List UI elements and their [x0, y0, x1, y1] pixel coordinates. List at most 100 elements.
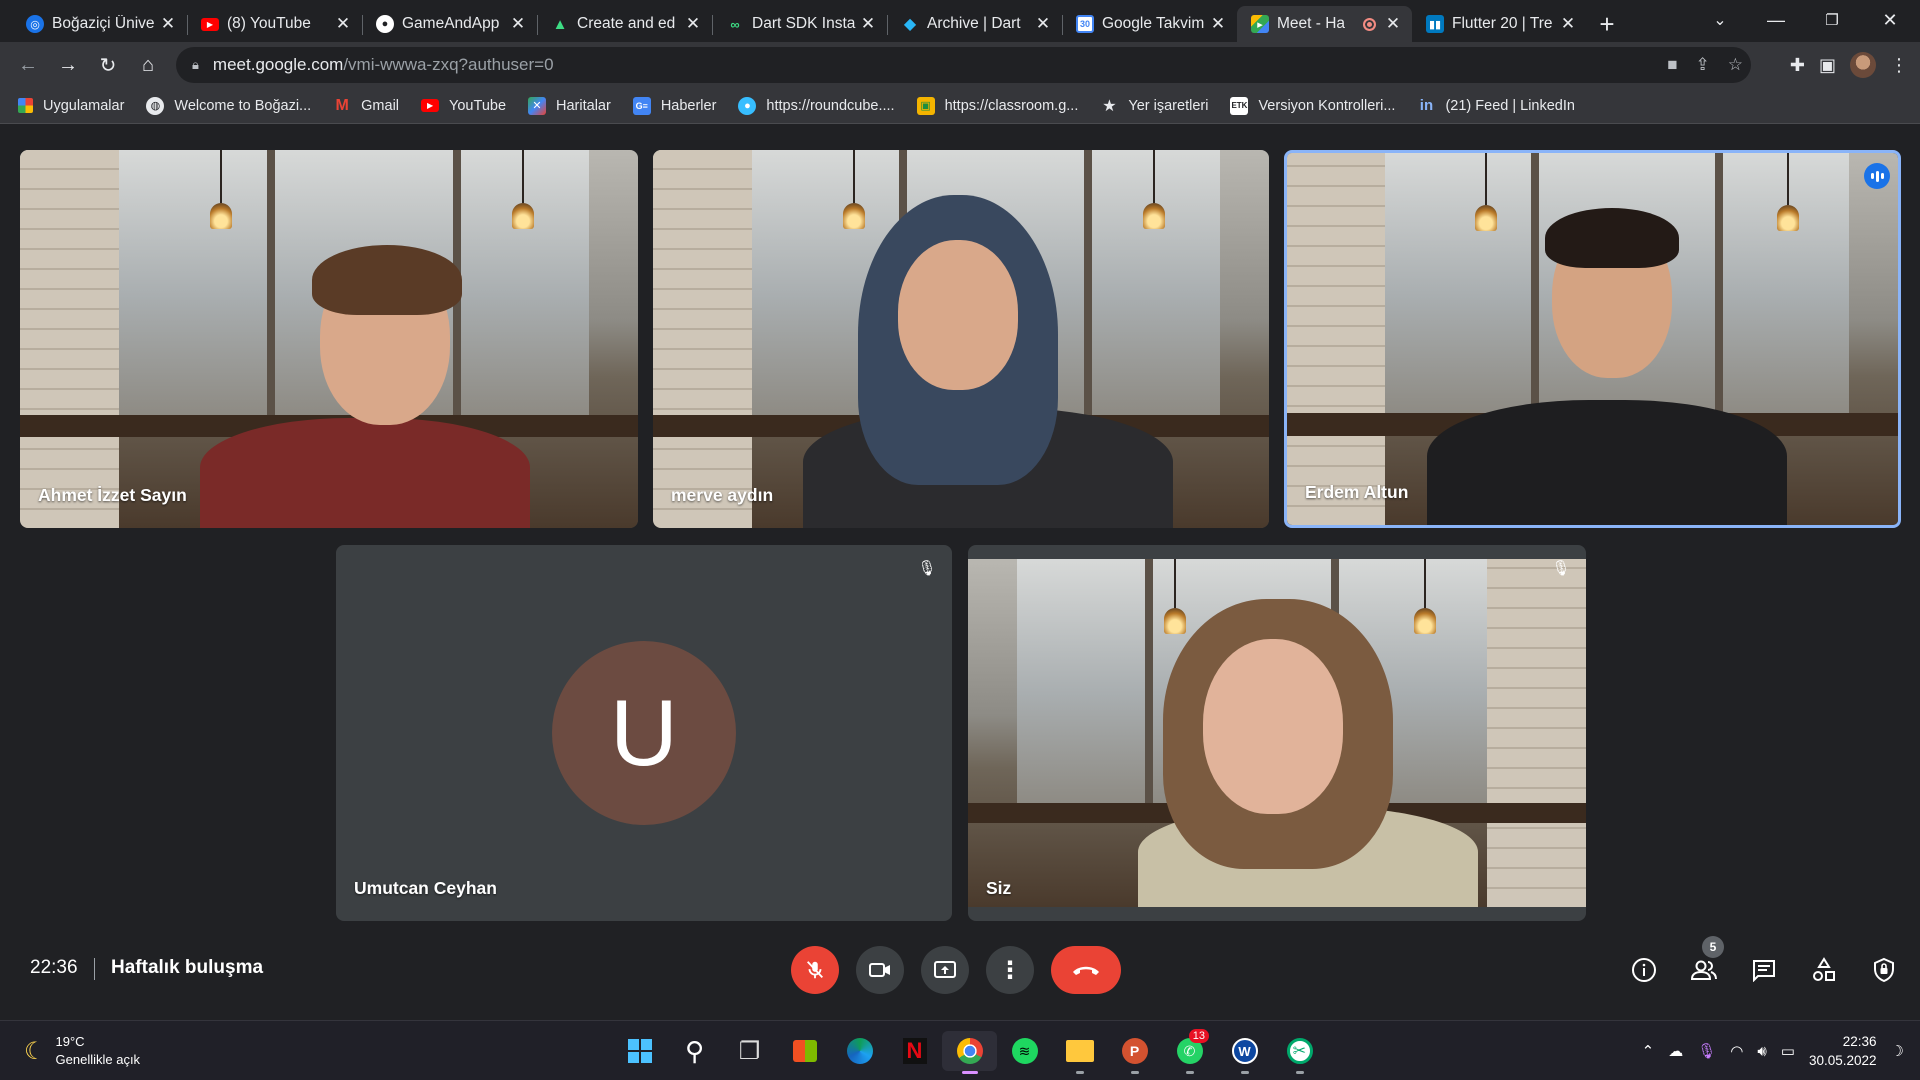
reload-icon[interactable]: ↻	[88, 45, 128, 85]
bookmark-classroom[interactable]: ▣ https://classroom.g...	[916, 96, 1078, 115]
close-icon[interactable]: ✕	[334, 14, 352, 34]
tab-android[interactable]: ▲ Create and ed ✕	[537, 6, 712, 42]
running-indicator	[1185, 1071, 1194, 1074]
tab-youtube[interactable]: ▶ (8) YouTube ✕	[187, 6, 362, 42]
restore-icon[interactable]: ❐	[1804, 0, 1860, 40]
close-icon[interactable]: ✕	[1384, 14, 1402, 34]
close-window-icon[interactable]: ✕	[1862, 0, 1918, 40]
more-vert-icon: ⋮	[998, 956, 1022, 984]
snipping-tool-button[interactable]: ✂	[1272, 1031, 1327, 1074]
host-controls-button[interactable]	[1862, 948, 1906, 992]
tab-title: (8) YouTube	[227, 15, 311, 32]
extensions-icon[interactable]: ✚	[1790, 55, 1805, 76]
task-view-button[interactable]: ❐	[722, 1031, 777, 1071]
weather-widget[interactable]: ☾ 19°C Genellikle açık	[24, 1033, 140, 1069]
file-explorer-button[interactable]	[1052, 1031, 1107, 1074]
microphone-icon[interactable]: 🎙︎	[1697, 1042, 1716, 1060]
people-button[interactable]: 5	[1682, 936, 1726, 992]
app-w-button[interactable]: W	[1217, 1031, 1272, 1074]
bookmark-roundcube[interactable]: ● https://roundcube....	[738, 96, 895, 115]
close-icon[interactable]: ✕	[1034, 14, 1052, 34]
microphone-toggle-button[interactable]	[791, 946, 839, 994]
bookmark-star-icon[interactable]: ☆	[1728, 55, 1743, 75]
profile-avatar[interactable]	[1850, 52, 1876, 78]
new-tab-button[interactable]: +	[1587, 6, 1627, 42]
bookmark-youtube[interactable]: ▶ YouTube	[421, 98, 506, 114]
store-icon	[792, 1040, 817, 1062]
search-button[interactable]: ⚲	[667, 1031, 722, 1071]
close-icon[interactable]: ✕	[859, 14, 877, 34]
meeting-details-button[interactable]	[1622, 948, 1666, 992]
netflix-button[interactable]: N	[887, 1031, 942, 1071]
close-icon[interactable]: ✕	[1559, 14, 1577, 34]
bookmark-bogazici[interactable]: ◍ Welcome to Boğazi...	[146, 96, 311, 115]
meet-side-controls: 5	[1606, 936, 1906, 992]
chevron-up-icon[interactable]: ⌃	[1642, 1042, 1655, 1060]
participant-tile-active-speaker[interactable]: Erdem Altun	[1284, 150, 1901, 528]
camera-toggle-button[interactable]	[856, 946, 904, 994]
back-icon[interactable]: ←	[8, 45, 48, 85]
bookmark-news[interactable]: G≡ Haberler	[632, 96, 716, 115]
bookmark-folder[interactable]: ★ Yer işaretleri	[1100, 97, 1208, 115]
tab-bogazici[interactable]: ◎ Boğaziçi Ünive ✕	[12, 6, 187, 42]
lock-icon[interactable]: 🔒︎	[192, 57, 199, 73]
bookmark-versiyon[interactable]: ETK Versiyon Kontrolleri...	[1230, 96, 1395, 115]
participant-tile[interactable]: 🎙︎ U Umutcan Ceyhan	[336, 545, 952, 921]
taskbar-clock[interactable]: 22:36 30.05.2022	[1809, 1032, 1877, 1070]
tab-github[interactable]: ● GameAndApp ✕	[362, 6, 537, 42]
camera-in-use-icon[interactable]: ■	[1667, 55, 1677, 75]
minimize-icon[interactable]: —	[1748, 0, 1804, 40]
tab-google-meet[interactable]: ▸ Meet - Ha ✕	[1237, 6, 1412, 42]
chat-button[interactable]	[1742, 948, 1786, 992]
wifi-icon[interactable]: ◠	[1730, 1042, 1743, 1060]
tab-title: Boğaziçi Ünive	[52, 15, 155, 32]
start-button[interactable]	[612, 1031, 667, 1071]
bookmark-apps[interactable]: Uygulamalar	[18, 98, 124, 114]
volume-icon[interactable]: 🔊︎	[1757, 1043, 1766, 1060]
tab-title: Flutter 20 | Tre	[1452, 15, 1553, 32]
powerpoint-button[interactable]: P	[1107, 1031, 1162, 1074]
tab-dart-sdk[interactable]: ∞ Dart SDK Insta ✕	[712, 6, 887, 42]
tab-trello[interactable]: ▮▮ Flutter 20 | Tre ✕	[1412, 6, 1587, 42]
battery-icon[interactable]: ▭	[1781, 1042, 1795, 1060]
running-indicator	[1075, 1071, 1084, 1074]
focus-assist-icon[interactable]: ☽	[1891, 1042, 1904, 1060]
forward-icon[interactable]: →	[48, 45, 88, 85]
activities-button[interactable]	[1802, 948, 1846, 992]
microsoft-store-button[interactable]	[777, 1031, 832, 1071]
leave-call-button[interactable]	[1051, 946, 1121, 994]
tab-search-icon[interactable]: ⌄	[1692, 0, 1748, 40]
bookmark-label: Gmail	[361, 97, 400, 114]
whatsapp-button[interactable]: ✆ 13	[1162, 1029, 1217, 1074]
close-icon[interactable]: ✕	[684, 14, 702, 34]
menu-icon[interactable]: ⋮	[1890, 55, 1908, 76]
participant-tile[interactable]: Ahmet İzzet Sayın	[20, 150, 638, 528]
tab-dart-archive[interactable]: ◆ Archive | Dart ✕	[887, 6, 1062, 42]
home-icon[interactable]: ⌂	[128, 45, 168, 85]
bookmark-linkedin[interactable]: in (21) Feed | LinkedIn	[1417, 97, 1575, 115]
tab-google-calendar[interactable]: 30 Google Takvim ✕	[1062, 6, 1237, 42]
close-icon[interactable]: ✕	[159, 14, 177, 34]
bookmarks-bar: Uygulamalar ◍ Welcome to Boğazi... M Gmail…	[0, 88, 1920, 124]
spotify-button[interactable]: ≋	[997, 1031, 1052, 1071]
browser-toolbar: ← → ↻ ⌂ 🔒︎ meet.google.com/vmi-wwwa-zxq?…	[0, 42, 1920, 88]
clock-date: 30.05.2022	[1808, 1053, 1877, 1068]
running-indicator	[1130, 1071, 1139, 1074]
github-icon: ●	[376, 15, 394, 33]
chrome-button[interactable]	[942, 1031, 997, 1074]
self-view-tile[interactable]: 🎙︎ Siz	[968, 545, 1586, 921]
participant-tile[interactable]: merve aydın	[653, 150, 1269, 528]
chat-icon	[1753, 960, 1775, 982]
address-bar[interactable]: 🔒︎ meet.google.com/vmi-wwwa-zxq?authuser…	[176, 47, 1751, 83]
more-options-button[interactable]: ⋮	[986, 946, 1034, 994]
close-icon[interactable]: ✕	[509, 14, 527, 34]
participant-face	[1203, 639, 1343, 814]
onedrive-icon[interactable]: ☁	[1668, 1042, 1683, 1060]
present-screen-button[interactable]	[921, 946, 969, 994]
share-icon[interactable]: ⇪	[1696, 55, 1710, 75]
bookmark-maps[interactable]: ✕ Haritalar	[528, 96, 611, 115]
side-panel-icon[interactable]: ▣	[1819, 55, 1836, 76]
close-icon[interactable]: ✕	[1209, 14, 1227, 34]
bookmark-gmail[interactable]: M Gmail	[333, 97, 399, 115]
edge-button[interactable]	[832, 1031, 887, 1071]
